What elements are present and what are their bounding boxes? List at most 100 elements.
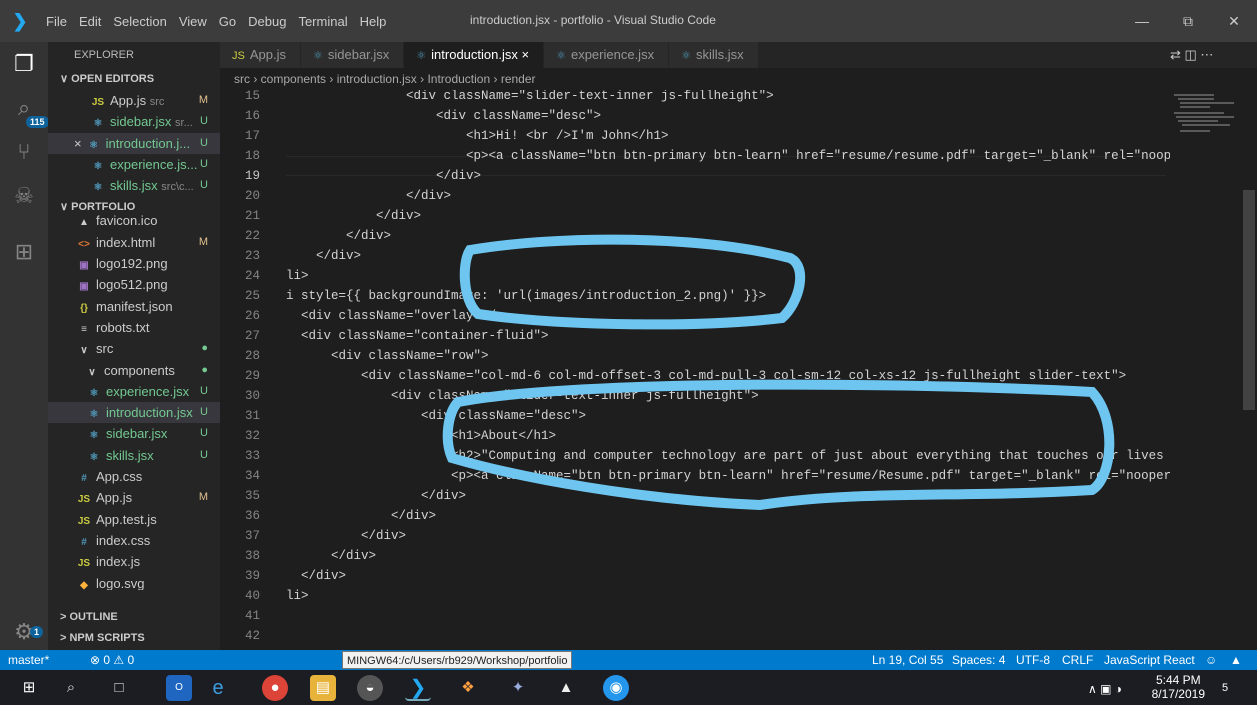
code-line[interactable]: 40 li> — [220, 586, 1170, 606]
cursor-position[interactable]: Ln 19, Col 55 — [872, 650, 943, 670]
vscode-taskbar-icon[interactable]: ❯ — [405, 675, 431, 701]
restore-button[interactable]: ⧉ — [1165, 0, 1211, 42]
menu-edit[interactable]: Edit — [73, 14, 107, 29]
file-tree-item[interactable]: ▣ logo192.png — [48, 253, 220, 274]
close-icon[interactable]: × — [74, 136, 82, 151]
file-tree-item[interactable]: ≡ robots.txt — [48, 317, 220, 338]
tab-skills-jsx[interactable]: ⚛ skills.jsx — [669, 42, 759, 68]
code-line[interactable]: 19 </div> — [220, 166, 1170, 186]
file-tree-item[interactable]: ∨ components ● — [48, 360, 220, 381]
file-tree-item[interactable]: ⚛ skills.jsx U — [48, 445, 220, 466]
file-tree-item[interactable]: # index.css — [48, 530, 220, 551]
close-icon[interactable]: × — [522, 47, 530, 62]
tab-sidebar-jsx[interactable]: ⚛ sidebar.jsx — [300, 42, 405, 68]
app-icon-2[interactable]: ✦ — [505, 675, 531, 701]
bell-icon[interactable]: ▲ — [1230, 650, 1242, 670]
file-tree-item[interactable]: <> index.html M — [48, 232, 220, 253]
editor-scrollbar[interactable] — [1243, 190, 1255, 410]
problems-indicator[interactable]: ⊗ 0 ⚠ 0 — [90, 650, 134, 670]
task-view-icon[interactable]: □ — [106, 675, 132, 701]
menu-file[interactable]: File — [40, 14, 73, 29]
feedback-icon[interactable]: ☺ — [1205, 650, 1217, 670]
code-line[interactable]: 41 — [220, 606, 1170, 626]
code-line[interactable]: 23 </div> — [220, 246, 1170, 266]
search-icon[interactable]: ⌕ — [58, 675, 84, 701]
line-ending[interactable]: CRLF — [1062, 650, 1093, 670]
code-line[interactable]: 24 li> — [220, 266, 1170, 286]
edge-icon[interactable]: e — [205, 675, 231, 701]
open-editor-item[interactable]: ⚛ sidebar.jsx sr... U — [48, 111, 220, 132]
outlook-icon[interactable]: O — [166, 675, 192, 701]
chrome-icon[interactable]: ● — [262, 675, 288, 701]
file-tree-item[interactable]: # App.css — [48, 466, 220, 487]
code-line[interactable]: 28 <div className="row"> — [220, 346, 1170, 366]
app-icon[interactable]: ❖ — [455, 675, 481, 701]
code-line[interactable]: 25 i style={{ backgroundImage: 'url(image… — [220, 286, 1170, 306]
file-tree-item[interactable]: ∨ src ● — [48, 338, 220, 359]
file-tree-item[interactable]: ⚛ introduction.jsx U — [48, 402, 220, 424]
code-line[interactable]: 15 <div className="slider-text-inner js-… — [220, 90, 1170, 106]
file-tree-item[interactable]: ⚛ sidebar.jsx U — [48, 423, 220, 444]
menu-help[interactable]: Help — [354, 14, 393, 29]
clock[interactable]: 5:44 PM 8/17/2019 — [1152, 673, 1205, 701]
breadcrumb-item[interactable]: components — [261, 72, 326, 86]
source-control-icon[interactable]: ⑂ — [10, 138, 38, 166]
code-editor[interactable]: 15 <div className="slider-text-inner js-… — [220, 90, 1257, 650]
docker-icon[interactable]: ◉ — [603, 675, 629, 701]
menu-go[interactable]: Go — [213, 14, 242, 29]
menu-terminal[interactable]: Terminal — [292, 14, 353, 29]
file-tree-item[interactable]: JS App.js M — [48, 487, 220, 508]
code-line[interactable]: 26 <div className="overlay" /> — [220, 306, 1170, 326]
file-tree-item[interactable]: ▲ favicon.ico — [48, 210, 220, 231]
tab-introduction-jsx[interactable]: ⚛ introduction.jsx × — [404, 42, 545, 68]
system-tray-icons[interactable]: ∧ ▣ ◑ — [1088, 682, 1122, 696]
open-editor-item[interactable]: ⚛ skills.jsx src\c... U — [48, 175, 220, 196]
npm-scripts-section[interactable]: > NPM SCRIPTS — [48, 627, 220, 649]
code-line[interactable]: 37 </div> — [220, 526, 1170, 546]
notifications-icon[interactable]: 5 — [1212, 675, 1238, 701]
open-editor-item[interactable]: × ⚛ introduction.j... U — [48, 132, 220, 154]
outline-section[interactable]: > OUTLINE — [48, 606, 220, 628]
editor-actions[interactable]: ⇄ ◫ ⋯ — [1170, 42, 1249, 68]
code-line[interactable]: 33 <h2>"Computing and computer technolog… — [220, 446, 1170, 466]
extensions-icon[interactable]: ⊞ — [10, 238, 38, 266]
code-line[interactable]: 17 <h1>Hi! <br />I'm John</h1> — [220, 126, 1170, 146]
encoding[interactable]: UTF-8 — [1016, 650, 1050, 670]
menu-view[interactable]: View — [173, 14, 213, 29]
tab-experience-jsx[interactable]: ⚛ experience.jsx — [544, 42, 670, 68]
eclipse-icon[interactable]: ◒ — [357, 675, 383, 701]
tab-App-js[interactable]: JS App.js — [220, 42, 301, 68]
minimize-button[interactable]: — — [1119, 0, 1165, 42]
open-editor-item[interactable]: JS App.js src M — [48, 90, 220, 111]
code-line[interactable]: 39 </div> — [220, 566, 1170, 586]
code-line[interactable]: 38 </div> — [220, 546, 1170, 566]
menu-selection[interactable]: Selection — [107, 14, 172, 29]
file-tree-item[interactable]: {} manifest.json — [48, 296, 220, 317]
debug-icon[interactable]: ☠ — [10, 182, 38, 210]
code-line[interactable]: 36 </div> — [220, 506, 1170, 526]
files-icon[interactable]: ❐ — [10, 50, 38, 78]
file-explorer-icon[interactable]: ▤ — [310, 675, 336, 701]
file-tree-item[interactable]: JS index.js — [48, 551, 220, 572]
code-line[interactable]: 27 <div className="container-fluid"> — [220, 326, 1170, 346]
windows-start-icon[interactable]: ⊞ — [16, 675, 42, 701]
minimap[interactable] — [1170, 90, 1240, 650]
code-line[interactable]: 35 </div> — [220, 486, 1170, 506]
branch-indicator[interactable]: master* — [8, 650, 49, 670]
language-mode[interactable]: JavaScript React — [1104, 650, 1195, 670]
file-tree-item[interactable]: ⚛ experience.jsx U — [48, 381, 220, 402]
code-line[interactable]: 16 <div className="desc"> — [220, 106, 1170, 126]
breadcrumb-item[interactable]: src — [234, 72, 250, 86]
code-line[interactable]: 18 <p><a className="btn btn-primary btn-… — [220, 146, 1186, 166]
open-editor-item[interactable]: ⚛ experience.js... U — [48, 154, 220, 175]
code-line[interactable]: 31 <div className="desc"> — [220, 406, 1170, 426]
code-line[interactable]: 32 <h1>About</h1> — [220, 426, 1170, 446]
breadcrumb-item[interactable]: introduction.jsx — [337, 72, 417, 86]
code-line[interactable]: 22 </div> — [220, 226, 1170, 246]
code-line[interactable]: 21 </div> — [220, 206, 1170, 226]
code-line[interactable]: 29 <div className="col-md-6 col-md-offse… — [220, 366, 1170, 386]
file-tree-item[interactable]: ◆ logo.svg — [48, 573, 220, 591]
file-tree-item[interactable]: ▣ logo512.png — [48, 274, 220, 295]
breadcrumb-item[interactable]: render — [501, 72, 536, 86]
menu-debug[interactable]: Debug — [242, 14, 292, 29]
